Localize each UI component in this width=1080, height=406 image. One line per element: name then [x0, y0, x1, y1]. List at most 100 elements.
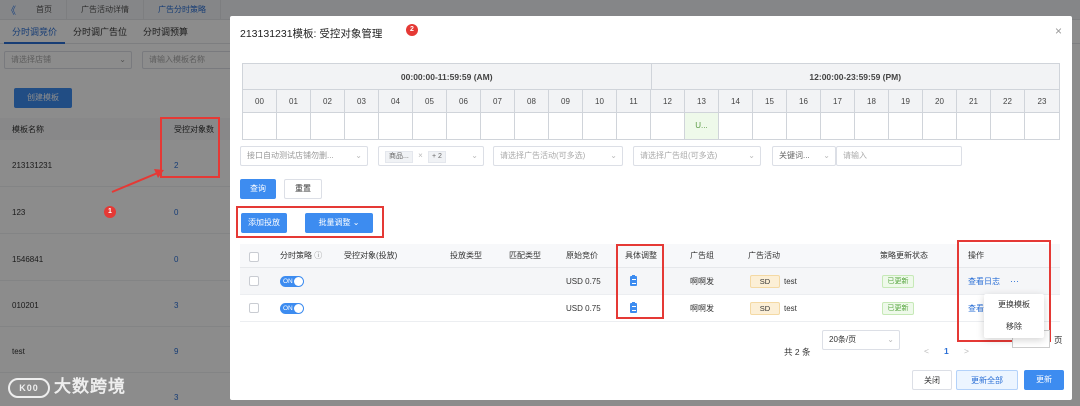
total-count: 共 2 条 — [784, 347, 811, 357]
select-all-checkbox[interactable] — [249, 252, 259, 262]
hour-cell[interactable] — [345, 113, 379, 139]
hour-label: 20 — [923, 90, 957, 112]
close-button[interactable]: 关闭 — [912, 370, 952, 390]
hour-label: 15 — [753, 90, 787, 112]
hour-label: 11 — [617, 90, 651, 112]
hour-cell[interactable] — [889, 113, 923, 139]
row-checkbox[interactable] — [249, 303, 259, 313]
hour-cell[interactable] — [753, 113, 787, 139]
modal-filters: 接口自动测试店铺勿删... ⌄ 商品... × + 2 ⌄ 请选择广告活动(可多选… — [240, 146, 1060, 166]
strategy-toggle[interactable]: ON — [280, 276, 304, 287]
col-controlled-object: 受控对象(投放) — [344, 251, 398, 260]
batch-adjust-button[interactable]: 批量调整 ⌄ — [305, 213, 373, 233]
hour-cell[interactable] — [277, 113, 311, 139]
batch-adjust-label: 批量调整 — [318, 218, 351, 227]
reset-button[interactable]: 重置 — [284, 179, 322, 199]
chevron-down-icon: ⌄ — [887, 335, 894, 344]
hour-label: 14 — [719, 90, 753, 112]
pm-label: 12:00:00-23:59:59 (PM) — [809, 72, 902, 82]
campaign-name: test — [784, 277, 797, 286]
hour-cell[interactable] — [583, 113, 617, 139]
hour-cell[interactable] — [855, 113, 889, 139]
next-page-icon[interactable]: > — [964, 346, 969, 356]
chevron-down-icon: ⌄ — [355, 151, 362, 160]
hour-label: 13 — [685, 90, 719, 112]
hour-label: 04 — [379, 90, 413, 112]
hour-label: 12 — [651, 90, 685, 112]
close-icon[interactable]: × — [418, 151, 423, 160]
hour-cell[interactable] — [957, 113, 991, 139]
hour-cell[interactable] — [515, 113, 549, 139]
hour-cell[interactable] — [413, 113, 447, 139]
hour-label: 07 — [481, 90, 515, 112]
hour-cell[interactable] — [447, 113, 481, 139]
hour-label: 19 — [889, 90, 923, 112]
hour-cell[interactable] — [991, 113, 1025, 139]
keyword-type-select[interactable]: 关键词... ⌄ — [772, 146, 836, 166]
annotation-box — [616, 244, 664, 319]
watermark-text: 大数跨境 — [54, 377, 126, 396]
hour-label: 05 — [413, 90, 447, 112]
ad-group: 啊啊发 — [690, 304, 714, 313]
product-select[interactable]: 商品... × + 2 ⌄ — [378, 146, 484, 166]
hour-labels: 00 01 02 03 04 05 06 07 08 09 10 11 12 13 14 15 16 17 18 19… — [243, 90, 1059, 113]
hour-label: 00 — [243, 90, 277, 112]
col-original-bid: 原始竞价 — [566, 251, 598, 260]
hour-cells: U... — [243, 113, 1059, 139]
hour-label: 17 — [821, 90, 855, 112]
col-dayparting: 分时策略 ⓘ — [280, 244, 322, 268]
col-delivery-type: 投放类型 — [450, 251, 482, 260]
campaign-type-badge: SD — [750, 275, 780, 288]
schedule-header: 00:00:00-11:59:59 (AM) 12:00:00-23:59:59… — [243, 64, 1059, 90]
hour-label: 09 — [549, 90, 583, 112]
hour-cell[interactable] — [787, 113, 821, 139]
menu-item-remove[interactable]: 移除 — [984, 316, 1044, 338]
annotation-badge-2: 2 — [406, 24, 418, 36]
campaign-placeholder: 请选择广告活动(可多选) — [500, 151, 586, 160]
prev-page-icon[interactable]: < — [924, 346, 929, 356]
menu-item-change-template[interactable]: 更换模板 — [984, 294, 1044, 316]
hour-label: 02 — [311, 90, 345, 112]
strategy-toggle[interactable]: ON — [280, 303, 304, 314]
page-size-select[interactable]: 20条/页 ⌄ — [822, 330, 900, 350]
page-1[interactable]: 1 — [944, 346, 949, 356]
shop-select-value: 接口自动测试店铺勿删... — [247, 151, 334, 160]
hour-cell[interactable] — [821, 113, 855, 139]
hour-cell[interactable] — [379, 113, 413, 139]
modal-title: 213131231模板: 受控对象管理 — [240, 28, 383, 40]
keyword-type-value: 关键词... — [779, 151, 810, 160]
hour-cell[interactable] — [481, 113, 515, 139]
row-checkbox[interactable] — [249, 276, 259, 286]
shop-select[interactable]: 接口自动测试店铺勿删... ⌄ — [240, 146, 368, 166]
chevron-down-icon: ⌄ — [823, 151, 830, 160]
close-icon[interactable]: × — [1055, 24, 1062, 38]
hour-cell[interactable] — [923, 113, 957, 139]
hour-label: 16 — [787, 90, 821, 112]
ad-group: 啊啊发 — [690, 277, 714, 286]
hour-cell[interactable] — [617, 113, 651, 139]
annotation-badge-1: 1 — [104, 206, 116, 218]
hour-cell[interactable] — [1025, 113, 1059, 139]
campaign-select[interactable]: 请选择广告活动(可多选) ⌄ — [493, 146, 623, 166]
update-all-button[interactable]: 更新全部 — [956, 370, 1018, 390]
chevron-down-icon: ⌄ — [748, 151, 755, 160]
keyword-input[interactable]: 请输入 — [836, 146, 962, 166]
hour-cell[interactable]: U... — [685, 113, 719, 139]
hour-cell[interactable] — [243, 113, 277, 139]
annotation-box — [160, 117, 220, 178]
original-bid: USD 0.75 — [566, 304, 601, 313]
more-actions-menu: 更换模板 移除 — [984, 294, 1044, 338]
hour-cell[interactable] — [719, 113, 753, 139]
hour-cell[interactable] — [549, 113, 583, 139]
help-icon[interactable]: ⓘ — [314, 251, 322, 260]
watermark: K00 大数跨境 — [8, 372, 126, 398]
hour-cell[interactable] — [311, 113, 345, 139]
hour-cell[interactable] — [651, 113, 685, 139]
query-button[interactable]: 查询 — [240, 179, 276, 199]
adgroup-placeholder: 请选择广告组(可多选) — [640, 151, 718, 160]
col-update-status: 策略更新状态 — [880, 251, 928, 260]
col-dayparting-label: 分时策略 — [280, 251, 312, 260]
add-delivery-button[interactable]: 添加投放 — [241, 213, 287, 233]
adgroup-select[interactable]: 请选择广告组(可多选) ⌄ — [633, 146, 761, 166]
update-button[interactable]: 更新 — [1024, 370, 1064, 390]
